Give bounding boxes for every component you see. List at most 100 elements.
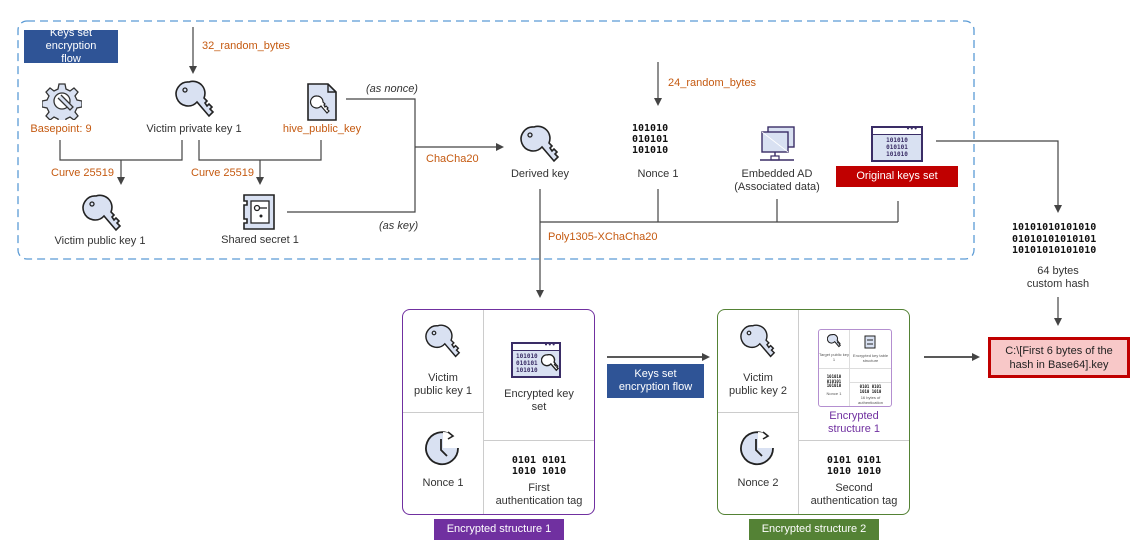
inner-key-icon — [827, 334, 841, 348]
keys-set-flow-badge: Keys set encryption flow — [24, 27, 118, 65]
label-inner-title-line2: structure 1 — [828, 423, 880, 435]
middle-flow-badge-label: Keys set encryption flow — [618, 368, 693, 393]
label-shared-secret: Shared secret 1 — [221, 234, 299, 246]
label-chacha20: ChaCha20 — [426, 153, 479, 165]
structure1-tag-cell: 0101 0101 1010 1010 First authentication … — [484, 441, 594, 514]
clock-refresh-icon — [740, 431, 774, 466]
label-curve-left: Curve 25519 — [51, 167, 114, 179]
label-inner-encrypted-structure-1: Encrypted structure 1 — [799, 410, 909, 436]
label-nonce-1: Nonce 1 — [637, 168, 679, 180]
output-file-line2: hash in Base64].key — [1009, 358, 1109, 371]
structure1-nonce-cell: Nonce 1 — [403, 413, 484, 514]
key-file-icon — [307, 83, 337, 121]
encrypted-key-set-icon: ••• 101010 010101 101010 — [511, 340, 561, 378]
output-key-file-box: C:\[First 6 bytes of the hash in Base64].… — [988, 337, 1130, 378]
label-structure1-public-key-line1: Victim — [428, 372, 458, 384]
structure2-tag-cell: 0101 0101 1010 1010 Second authentication… — [799, 441, 909, 514]
line-curve-right — [198, 140, 322, 161]
inner-table-icon — [864, 335, 876, 349]
inner-auth-label: 16 bytes of authentication — [858, 395, 883, 405]
label-embedded-ad: Embedded AD (Associated data) — [727, 168, 827, 194]
auth-tag-binary-icon: 0101 0101 1010 1010 — [511, 455, 567, 477]
label-hash-line1: 64 bytes — [1037, 265, 1079, 277]
label-first-auth-tag-line2: authentication tag — [495, 495, 583, 507]
label-victim-private-key: Victim private key 1 — [146, 123, 242, 135]
structure2-inner-cell: Target public key 1 Encrypted key table … — [799, 310, 909, 441]
window-dots-icon: ••• — [906, 124, 918, 133]
inner-nonce-binary: 101010 010101 101010 — [826, 374, 842, 388]
middle-flow-badge: Keys set encryption flow — [607, 364, 704, 398]
label-basepoint: Basepoint: 9 — [30, 123, 92, 135]
label-encrypted-key-set-line2: set — [531, 401, 547, 413]
derived-key-icon — [520, 125, 560, 163]
label-as-key: (as key) — [379, 220, 419, 232]
structure2-nonce-cell: Nonce 2 — [718, 413, 799, 514]
structure2-title-badge: Encrypted structure 2 — [749, 519, 879, 540]
private-key-icon — [175, 80, 215, 118]
label-embedded-ad-line2: (Associated data) — [734, 181, 820, 193]
label-hash-line2: custom hash — [1026, 278, 1090, 290]
key-icon — [541, 354, 559, 372]
auth-tag-binary-icon: 0101 0101 1010 1010 — [826, 455, 882, 477]
original-keys-window-icon: ••• 101010 010101 101010 — [871, 124, 923, 162]
structure1-title-badge: Encrypted structure 1 — [434, 519, 564, 540]
label-derived-key: Derived key — [510, 168, 570, 180]
label-first-auth-tag-line1: First — [528, 482, 550, 494]
label-victim-public-key: Victim public key 1 — [54, 235, 146, 247]
inner-nonce-cell: 101010 010101 101010 Nonce 1 — [819, 369, 850, 406]
label-hive-public-key: hive_public_key — [282, 123, 362, 135]
label-structure1-public-key: Victim public key 1 — [403, 372, 483, 398]
structure1-public-key-cell: Victim public key 1 — [403, 310, 484, 413]
label-embedded-ad-line1: Embedded AD — [741, 168, 813, 180]
window-titlebar: ••• — [513, 340, 559, 351]
gear-wrench-icon — [42, 83, 82, 120]
label-curve-right: Curve 25519 — [191, 167, 254, 179]
label-24-random-bytes: 24_random_bytes — [668, 77, 757, 89]
inner-auth-binary: 0101 0101 1010 1010 — [859, 384, 882, 394]
output-file-line1: C:\[First 6 bytes of the — [1005, 344, 1113, 357]
inner-target-key-label: Target public key 1 — [819, 352, 850, 362]
label-poly1305: Poly1305-XChaCha20 — [548, 231, 658, 243]
label-structure1-public-key-line2: public key 1 — [413, 385, 473, 397]
original-keys-binary: 101010 010101 101010 — [886, 137, 908, 158]
inner-auth-cell: 0101 0101 1010 1010 16 bytes of authenti… — [850, 382, 891, 407]
encrypted-structure-1: Victim public key 1 Nonce 1 ••• 101010 01… — [402, 309, 595, 515]
label-structure1-nonce: Nonce 1 — [422, 477, 464, 489]
structure2-public-key-cell: Victim public key 2 — [718, 310, 799, 413]
structure1-key-set-cell: ••• 101010 010101 101010 Encrypted key se… — [484, 310, 594, 441]
line-curve-left — [59, 140, 183, 161]
label-structure2-public-key-line1: Victim — [743, 372, 773, 384]
label-second-auth-tag-line2: authentication tag — [810, 495, 898, 507]
window-dots-icon: ••• — [544, 340, 556, 349]
encrypted-structure-2: Victim public key 2 Nonce 2 Target public… — [717, 309, 910, 515]
label-structure2-nonce: Nonce 2 — [737, 477, 779, 489]
label-32-random-bytes: 32_random_bytes — [202, 40, 291, 52]
network-computer-icon — [760, 126, 795, 161]
original-keys-set-badge: Original keys set — [836, 166, 958, 187]
label-encrypted-key-set-line1: Encrypted key — [504, 388, 574, 400]
victim-public-key-2-icon — [740, 324, 776, 358]
encrypted-key-set-binary: 101010 010101 101010 — [516, 353, 538, 374]
output-key-file-label: C:\[First 6 bytes of the hash in Base64].… — [1005, 344, 1113, 372]
public-key-icon — [82, 194, 122, 232]
inner-key-cell: Target public key 1 — [819, 330, 850, 369]
inner-table-cell: Encrypted key table structure — [850, 330, 891, 369]
clock-refresh-icon — [425, 431, 459, 466]
inner-nonce-label: Nonce 1 — [826, 391, 842, 396]
label-structure2-public-key: Victim public key 2 — [718, 372, 798, 398]
label-structure2-public-key-line2: public key 2 — [728, 385, 788, 397]
label-as-nonce: (as nonce) — [366, 83, 418, 95]
label-hash: 64 bytes custom hash — [1018, 265, 1098, 291]
label-encrypted-key-set: Encrypted key set — [484, 388, 594, 414]
window-titlebar: ••• — [873, 124, 921, 135]
victim-public-key-1-icon — [425, 324, 461, 358]
inner-structure-thumbnail: Target public key 1 Encrypted key table … — [818, 329, 892, 407]
inner-table-label: Encrypted key table structure — [852, 353, 889, 363]
label-second-auth-tag-line1: Second — [835, 482, 873, 494]
label-inner-title-line1: Encrypted — [829, 410, 879, 422]
hash-binary-icon: 10101010101010 01010101010101 1010101010… — [1012, 222, 1097, 256]
label-first-auth-tag: First authentication tag — [484, 482, 594, 508]
keys-set-flow-container — [17, 20, 975, 260]
label-second-auth-tag: Second authentication tag — [799, 482, 909, 508]
nonce-binary-icon: 101010 010101 101010 — [632, 123, 669, 156]
